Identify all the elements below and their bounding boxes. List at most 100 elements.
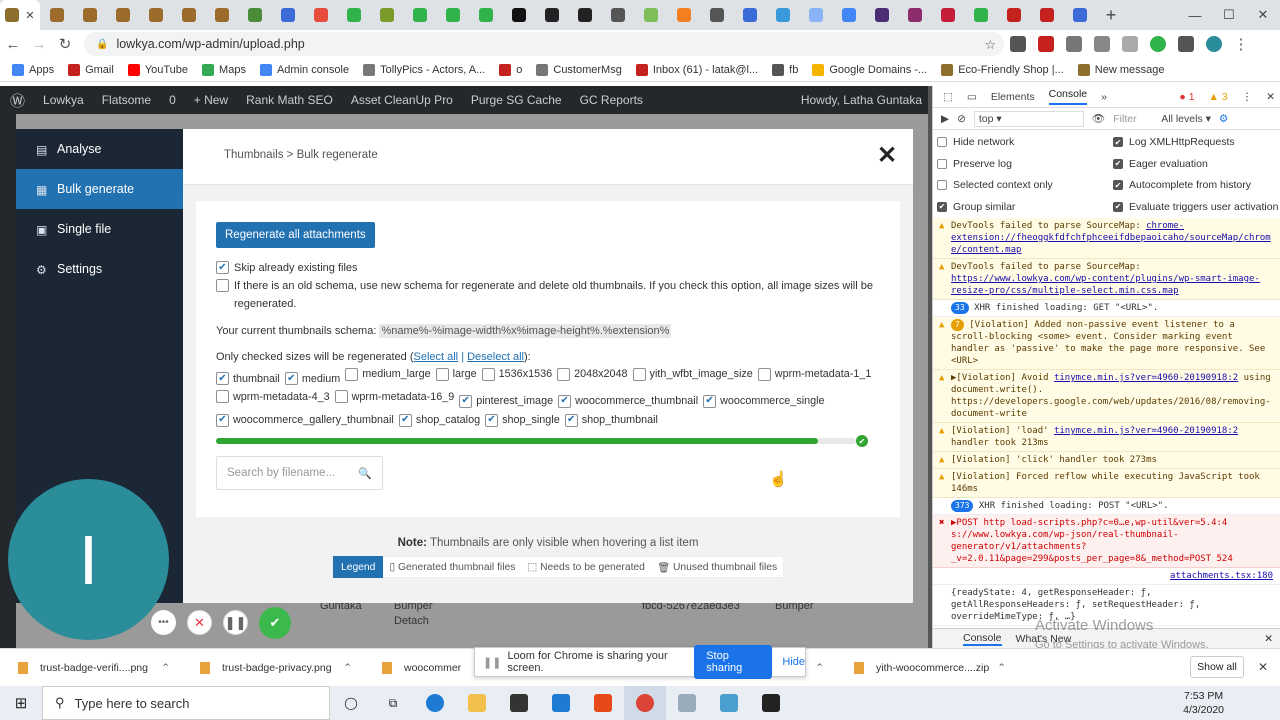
admin-bar-item[interactable]: GC Reports <box>580 93 643 107</box>
checkbox[interactable]: ✔ <box>1113 137 1123 147</box>
more-tabs-icon[interactable]: » <box>1101 91 1107 103</box>
schema-option[interactable]: If there is an old schema, use new schem… <box>216 277 876 313</box>
console-message[interactable]: 33 XHR finished loading: GET "<URL>". <box>933 300 1280 317</box>
cancel-recording-icon[interactable]: ✕ <box>187 610 212 635</box>
admin-bar-item[interactable]: Asset CleanUp Pro <box>351 93 453 107</box>
browser-tab[interactable] <box>469 0 502 30</box>
checkbox[interactable] <box>216 279 229 292</box>
office-icon[interactable] <box>582 686 624 720</box>
console-option[interactable]: Preserve log <box>937 158 1012 170</box>
close-drawer-icon[interactable]: ✕ <box>1264 633 1273 645</box>
edge-icon[interactable] <box>414 686 456 720</box>
bookmark-item[interactable]: Maps <box>202 63 246 76</box>
admin-bar-item[interactable]: 0 <box>169 93 176 107</box>
size-option[interactable]: ✔ woocommerce_single <box>703 392 825 410</box>
checkbox[interactable]: ✔ <box>398 413 412 427</box>
admin-bar-item[interactable]: Rank Math SEO <box>246 93 333 107</box>
bookmark-item[interactable]: New message <box>1077 63 1164 76</box>
checkbox[interactable]: ✔ <box>216 372 229 385</box>
checkbox[interactable]: ✔ <box>558 394 572 408</box>
size-option[interactable]: ✔ medium <box>284 370 340 388</box>
regenerate-all-button[interactable]: Regenerate all attachments <box>216 222 375 248</box>
size-option[interactable]: wprm-metadata-1_1 <box>757 365 871 383</box>
admin-bar-item[interactable]: Lowkya <box>43 93 84 107</box>
close-tab-icon[interactable]: ✕ <box>25 9 34 22</box>
checkbox[interactable] <box>557 367 571 381</box>
browser-tab[interactable] <box>436 0 469 30</box>
browser-tab[interactable] <box>172 0 205 30</box>
checkbox[interactable]: ✔ <box>703 394 717 408</box>
nav-item-bulk-generate[interactable]: ▦ Bulk generate <box>16 169 183 209</box>
checkbox[interactable]: ✔ <box>937 201 947 212</box>
console-message[interactable]: ▲ [Violation] Forced reflow while executi… <box>933 469 1280 498</box>
checkbox[interactable]: ✔ <box>216 261 229 274</box>
clock[interactable]: 7:53 PM 4/3/2020 <box>1183 689 1224 717</box>
star-icon[interactable]: ☆ <box>985 37 996 52</box>
context-select[interactable]: top ▾ <box>973 110 1084 127</box>
source-link[interactable]: tinymce.min.js?ver=4960-20190918:2 <box>1054 426 1238 436</box>
console-message[interactable]: ▲ ▶[Violation] Avoid tinymce.min.js?ver=4… <box>933 370 1280 423</box>
start-button[interactable]: ⊞ <box>0 686 42 720</box>
search-filename-input[interactable]: Search by filename... 🔍 <box>216 456 383 490</box>
checkbox[interactable]: ✔ <box>1113 158 1123 169</box>
tab-console[interactable]: Console <box>1048 88 1088 105</box>
checkbox[interactable]: ✔ <box>485 413 499 427</box>
source-link[interactable]: tinymce.min.js?ver=4960-20190918:2 <box>1054 373 1238 383</box>
console-message[interactable]: ▲ [Violation] 'click' handler took 273ms <box>933 452 1280 469</box>
eye-icon[interactable]: 👁 <box>1092 112 1105 125</box>
extension-icon[interactable] <box>1178 36 1194 52</box>
extension-icon[interactable] <box>1066 36 1082 52</box>
app-icon[interactable] <box>708 686 750 720</box>
browser-tab[interactable] <box>865 0 898 30</box>
gear-icon[interactable]: ⚙ <box>1219 113 1228 125</box>
profile-avatar[interactable] <box>1206 36 1222 52</box>
console-option[interactable]: Selected context only <box>937 179 1053 191</box>
browser-tab[interactable]: ✕ <box>0 0 40 30</box>
browser-tab[interactable] <box>997 0 1030 30</box>
browser-tab[interactable] <box>1030 0 1063 30</box>
search-icon[interactable]: 🔍 <box>358 467 372 480</box>
browser-tab[interactable] <box>337 0 370 30</box>
browser-tab[interactable] <box>403 0 436 30</box>
task-view-icon[interactable]: ⧉ <box>372 686 414 720</box>
extension-icon[interactable] <box>1122 36 1138 52</box>
mail-icon[interactable] <box>540 686 582 720</box>
size-option[interactable]: large <box>435 365 477 383</box>
cortana-icon[interactable]: ◯ <box>330 686 372 720</box>
browser-tab[interactable] <box>700 0 733 30</box>
size-option[interactable]: ✔ pinterest_image <box>459 392 553 410</box>
download-item[interactable]: yith-woocommerce....zip ⌃ <box>836 661 1018 674</box>
new-tab-icon[interactable]: + <box>1096 5 1126 26</box>
console-message[interactable]: ▲ DevTools failed to parse SourceMap: chr… <box>933 218 1280 259</box>
forward-icon[interactable]: → <box>26 36 52 53</box>
back-icon[interactable]: ← <box>0 36 26 53</box>
browser-tab[interactable] <box>601 0 634 30</box>
browser-tab[interactable] <box>766 0 799 30</box>
finish-recording-icon[interactable]: ✔ <box>259 607 291 639</box>
browser-tab[interactable] <box>667 0 700 30</box>
browser-tab[interactable] <box>40 0 73 30</box>
admin-bar-item[interactable]: + New <box>194 93 228 107</box>
store-icon[interactable] <box>498 686 540 720</box>
close-downloads-icon[interactable]: ✕ <box>1258 660 1268 674</box>
size-option[interactable]: ✔ shop_catalog <box>398 411 480 429</box>
reload-icon[interactable]: ↻ <box>52 35 78 53</box>
skip-existing-option[interactable]: ✔ Skip already existing files <box>216 259 358 277</box>
pause-icon[interactable]: ❚❚ <box>223 610 248 635</box>
download-item[interactable]: trust-badge-privacy.png ⌃ <box>182 661 364 674</box>
checkbox[interactable] <box>757 367 771 381</box>
minimize-icon[interactable]: — <box>1178 8 1212 23</box>
browser-tab[interactable] <box>502 0 535 30</box>
admin-bar-item[interactable]: Purge SG Cache <box>471 93 562 107</box>
hide-button[interactable]: Hide <box>782 656 805 668</box>
console-message[interactable]: ▲ DevTools failed to parse SourceMap: htt… <box>933 259 1280 300</box>
chevron-up-icon[interactable]: ⌃ <box>161 662 170 674</box>
maximize-icon[interactable]: ☐ <box>1212 7 1246 23</box>
browser-tab[interactable] <box>271 0 304 30</box>
address-bar[interactable]: 🔒 lowkya.com/wp-admin/upload.php ☆ <box>84 32 1004 56</box>
console-message[interactable]: ✖ ▶POST http load-scripts.php?c=0…e,wp-ut… <box>933 515 1280 568</box>
checkbox[interactable] <box>632 367 646 381</box>
console-option[interactable]: ✔ Evaluate triggers user activation <box>1113 201 1278 213</box>
nav-item-single-file[interactable]: ▣ Single file <box>16 209 183 249</box>
browser-tab[interactable] <box>898 0 931 30</box>
